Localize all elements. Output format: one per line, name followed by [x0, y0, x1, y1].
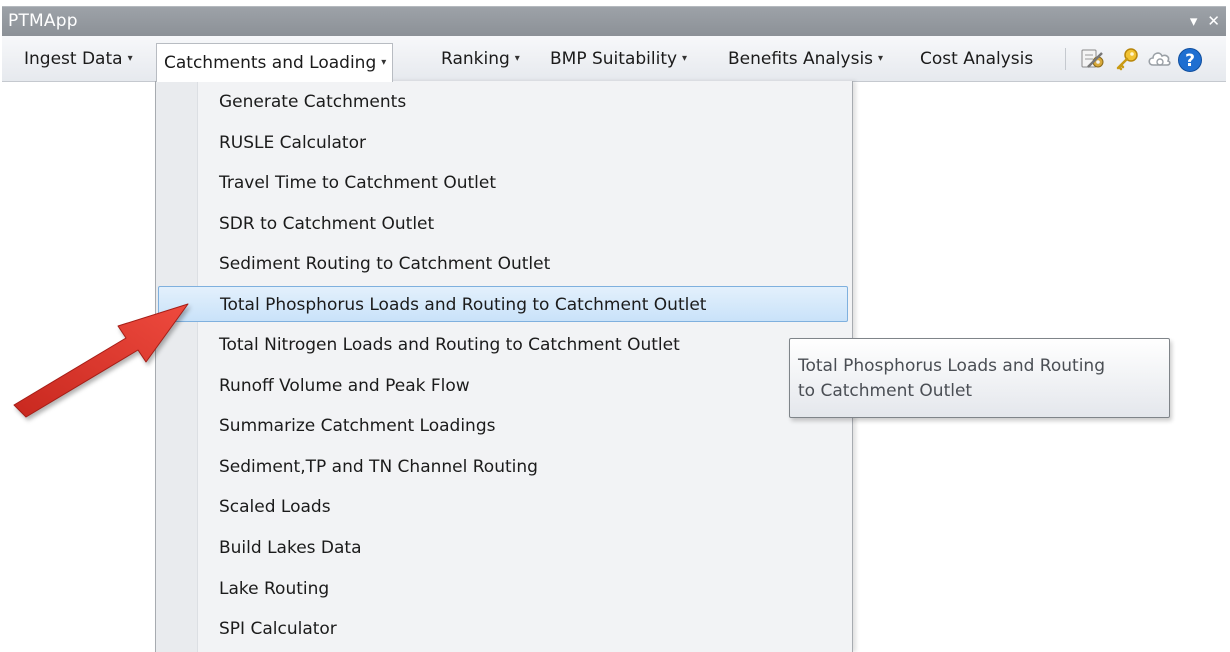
annotation-arrow-icon: [13, 303, 189, 418]
window-title: PTMApp: [8, 11, 78, 31]
menu-item-spi-calculator[interactable]: SPI Calculator: [158, 611, 848, 647]
cloud-icon[interactable]: [1147, 47, 1171, 71]
menu-label: Ranking: [441, 49, 510, 69]
catchments-and-loading-dropdown: Generate Catchments RUSLE Calculator Tra…: [155, 81, 853, 652]
menu-item-build-lakes-data[interactable]: Build Lakes Data: [158, 530, 848, 566]
toolbar-separator: [1065, 48, 1066, 70]
window-controls: ▾ ✕: [1190, 10, 1220, 32]
tooltip-line-1: Total Phosphorus Loads and Routing: [798, 356, 1105, 376]
menu-item-summarize-loadings[interactable]: Summarize Catchment Loadings: [158, 408, 848, 444]
chevron-down-icon: ▾: [878, 53, 884, 64]
menu-bmp-suitability[interactable]: BMP Suitability ▾: [550, 45, 687, 73]
menu-label: Catchments and Loading: [164, 53, 377, 73]
menu-catchments-and-loading[interactable]: Catchments and Loading ▾: [156, 43, 394, 82]
chevron-down-icon: ▾: [682, 53, 688, 64]
svg-text:?: ?: [1185, 51, 1195, 71]
menu-item-runoff-volume[interactable]: Runoff Volume and Peak Flow: [158, 368, 848, 404]
window-title-bar: PTMApp ▾ ✕: [2, 6, 1226, 36]
menu-item-lake-routing[interactable]: Lake Routing: [158, 571, 848, 607]
menu-item-rusle-calculator[interactable]: RUSLE Calculator: [158, 125, 848, 161]
menu-item-total-nitrogen[interactable]: Total Nitrogen Loads and Routing to Catc…: [158, 327, 848, 363]
menu-label: BMP Suitability: [550, 49, 678, 69]
menu-benefits-analysis[interactable]: Benefits Analysis ▾: [728, 45, 883, 73]
menu-label: Benefits Analysis: [728, 49, 874, 69]
menu-label: Cost Analysis: [920, 49, 1034, 69]
menu-item-sediment-routing[interactable]: Sediment Routing to Catchment Outlet: [158, 246, 848, 282]
menu-ingest-data[interactable]: Ingest Data ▾: [24, 45, 133, 73]
key-icon[interactable]: [1114, 47, 1138, 71]
menu-label: Ingest Data: [24, 49, 123, 69]
menu-item-scaled-loads[interactable]: Scaled Loads: [158, 489, 848, 525]
window-dropdown-icon[interactable]: ▾: [1190, 12, 1198, 30]
menu-item-travel-time[interactable]: Travel Time to Catchment Outlet: [158, 165, 848, 201]
chevron-down-icon: ▾: [514, 53, 520, 64]
close-icon[interactable]: ✕: [1207, 12, 1220, 30]
menu-item-generate-catchments[interactable]: Generate Catchments: [158, 84, 848, 120]
help-icon[interactable]: ?: [1177, 47, 1202, 72]
menu-item-tooltip: Total Phosphorus Loads and Routing to Ca…: [789, 338, 1170, 418]
menu-item-sdr[interactable]: SDR to Catchment Outlet: [158, 206, 848, 242]
chevron-down-icon: ▾: [381, 57, 387, 68]
tooltip-line-2: to Catchment Outlet: [798, 381, 973, 401]
menu-cost-analysis[interactable]: Cost Analysis: [920, 45, 1033, 73]
toolbar: Ingest Data ▾ Catchments and Loading ▾ R…: [2, 36, 1226, 82]
menu-ranking[interactable]: Ranking ▾: [441, 45, 520, 73]
menu-item-total-phosphorus[interactable]: Total Phosphorus Loads and Routing to Ca…: [158, 286, 848, 322]
settings-tools-icon[interactable]: [1080, 47, 1104, 71]
chevron-down-icon: ▾: [127, 53, 133, 64]
menu-item-channel-routing[interactable]: Sediment,TP and TN Channel Routing: [158, 449, 848, 485]
